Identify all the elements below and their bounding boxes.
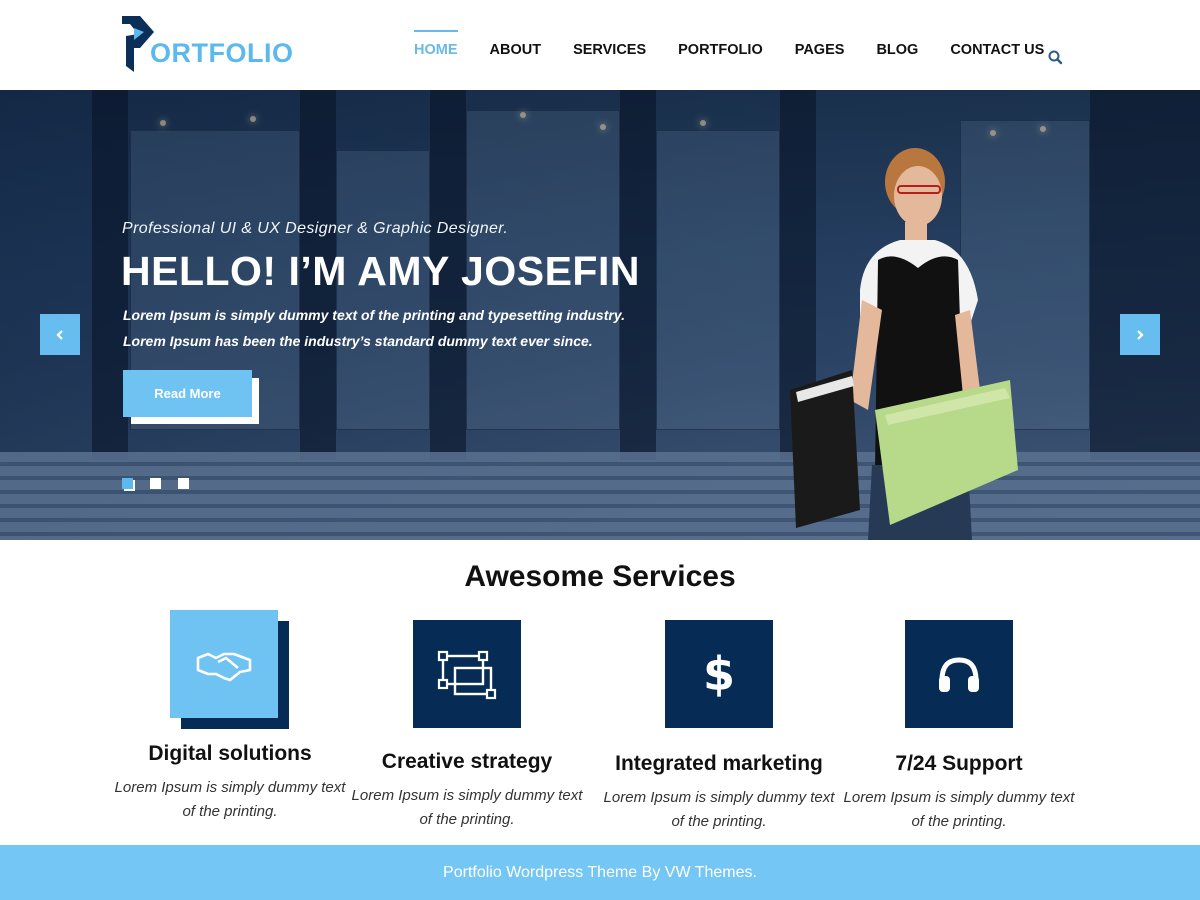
site-header: ORTFOLIO HOME ABOUT SERVICES PORTFOLIO P… [0,0,1200,90]
chevron-right-icon [1137,329,1144,340]
site-footer: Portfolio Wordpress Theme By VW Themes. [0,845,1200,900]
service-icon-wrapper [170,610,290,730]
service-icon-box[interactable] [413,620,521,728]
hero-text: Lorem Ipsum is simply dummy text of the … [123,307,625,349]
service-icon-wrapper [899,620,1019,740]
slider-dots [122,478,189,489]
nav-item-home[interactable]: HOME [398,30,474,70]
slider-prev-button[interactable] [40,314,80,355]
slider-dot-2[interactable] [150,478,161,489]
service-description: Lorem Ipsum is simply dummy text of the … [603,789,835,830]
nav-item-blog[interactable]: BLOG [860,30,934,70]
service-card-support: 7/24 Support Lorem Ipsum is simply dummy… [839,610,1079,834]
service-card-digital-solutions: Digital solutions Lorem Ipsum is simply … [110,610,350,824]
hero-title: HELLO! I’M AMY JOSEFIN [121,248,640,294]
headphones-icon [939,657,979,692]
service-icon-wrapper [407,620,527,740]
service-name: 7/24 Support [895,752,1023,775]
services-title: Awesome Services [464,560,736,593]
service-icon-box[interactable]: $ [665,620,773,728]
service-description: Lorem Ipsum is simply dummy text of the … [843,789,1075,830]
handshake-icon [196,652,252,682]
service-icon-wrapper: $ [659,620,779,740]
nav-item-contact-us[interactable]: CONTACT US [934,30,1060,70]
logo-text: ORTFOLIO [150,38,294,68]
hero-subtitle: Professional UI & UX Designer & Graphic … [122,220,509,237]
service-description: Lorem Ipsum is simply dummy text of the … [351,787,583,828]
search-icon [1048,50,1063,65]
service-name: Creative strategy [381,750,553,773]
slider-dot-1[interactable] [122,478,133,489]
hero-slider: Professional UI & UX Designer & Graphic … [0,90,1200,540]
read-more-wrapper: Read More [123,370,259,424]
nav-item-services[interactable]: SERVICES [557,30,662,70]
service-icon-box[interactable] [905,620,1013,728]
service-card-creative-strategy: Creative strategy Lorem Ipsum is simply … [347,610,587,832]
slider-next-button[interactable] [1120,314,1160,355]
hero-person-image [790,148,1018,540]
service-name: Integrated marketing [615,752,823,775]
main-nav: HOME ABOUT SERVICES PORTFOLIO PAGES BLOG… [398,30,1060,70]
site-logo[interactable]: ORTFOLIO [120,16,294,74]
service-description: Lorem Ipsum is simply dummy text of the … [114,779,346,820]
footer-credit: Portfolio Wordpress Theme By VW Themes. [443,863,757,881]
nav-item-portfolio[interactable]: PORTFOLIO [662,30,779,70]
search-button[interactable] [1046,48,1066,68]
nav-item-about[interactable]: ABOUT [474,30,558,70]
dollar-icon: $ [702,647,735,701]
slider-dot-3[interactable] [178,478,189,489]
nav-item-pages[interactable]: PAGES [779,30,861,70]
service-card-integrated-marketing: $ Integrated marketing Lorem Ipsum is si… [599,610,839,834]
service-icon-box[interactable] [170,610,278,718]
read-more-button[interactable]: Read More [123,370,252,417]
vector-shape-icon [437,650,497,700]
chevron-left-icon [56,329,63,340]
service-name: Digital solutions [148,742,312,765]
